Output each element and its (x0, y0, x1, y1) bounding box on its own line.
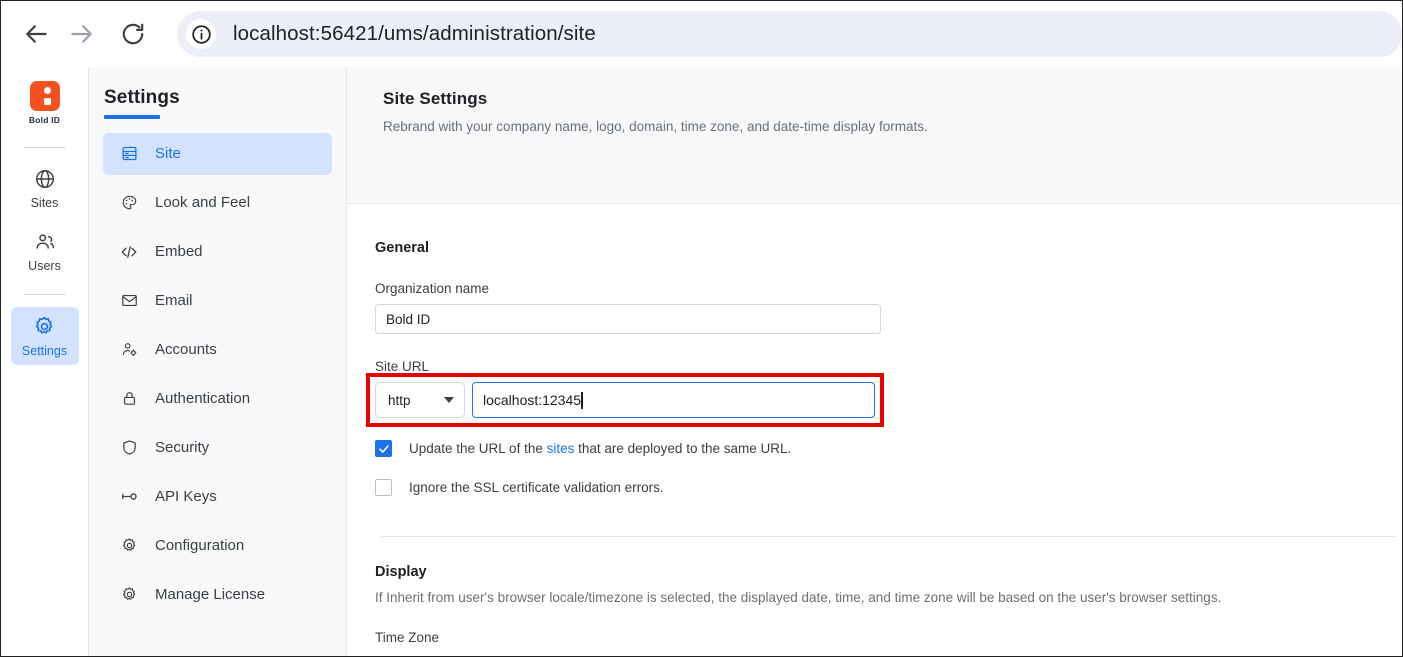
site-url-label: Site URL (375, 359, 430, 374)
sidebar-label-api-keys: API Keys (155, 488, 217, 505)
update-url-checkbox[interactable] (375, 440, 392, 457)
site-url-input-value: localhost:12345 (483, 392, 582, 408)
forward-button[interactable] (59, 12, 103, 56)
organization-name-input[interactable] (375, 304, 881, 334)
lock-icon (119, 389, 139, 409)
site-url-input[interactable]: localhost:12345 (472, 382, 875, 418)
time-zone-label: Time Zone (375, 630, 440, 645)
general-section: General Organization name Site URL http … (347, 204, 1402, 645)
address-bar-text: localhost:56421/ums/administration/site (233, 22, 596, 45)
chevron-down-icon (444, 397, 454, 403)
reload-icon (122, 23, 144, 45)
page-header: Site Settings Rebrand with your company … (347, 67, 1402, 204)
sidebar-item-accounts[interactable]: Accounts (103, 329, 332, 371)
update-url-text-after: that are deployed to the same URL. (574, 441, 792, 456)
sidebar-item-manage-license[interactable]: Manage License (103, 574, 332, 616)
site-url-row-wrapper: http localhost:12345 (366, 373, 893, 427)
mail-icon (119, 291, 139, 311)
users-icon (35, 234, 54, 249)
sidebar-item-site[interactable]: Site (103, 132, 332, 175)
brand-logo: Bold ID (1, 81, 88, 125)
scheme-selected-value: http (388, 392, 411, 408)
sidebar-label-accounts: Accounts (155, 341, 217, 358)
site-info-button[interactable] (186, 19, 216, 49)
sidebar-label-embed: Embed (155, 243, 203, 260)
info-circle-icon (191, 24, 211, 44)
settings-title-underline (104, 115, 160, 119)
organization-name-label: Organization name (375, 281, 490, 296)
arrow-right-icon (71, 25, 92, 43)
sidebar-label-security: Security (155, 439, 210, 456)
update-url-text-before: Update the URL of the (409, 441, 547, 456)
reload-button[interactable] (111, 12, 155, 56)
main-content: Site Settings Rebrand with your company … (347, 67, 1402, 656)
code-icon (119, 242, 139, 262)
sidebar-label-configuration: Configuration (155, 537, 245, 554)
ignore-ssl-checkbox[interactable] (375, 479, 392, 496)
scheme-dropdown[interactable]: http (375, 382, 465, 418)
sidebar-item-look-and-feel[interactable]: Look and Feel (103, 182, 332, 224)
primary-icon-rail: Bold ID Sites Users Settings (1, 67, 89, 656)
rail-item-settings[interactable]: Settings (10, 307, 79, 365)
site-icon (119, 144, 139, 164)
back-button[interactable] (15, 12, 59, 56)
sidebar-item-authentication[interactable]: Authentication (103, 378, 332, 420)
rail-label-settings: Settings (21, 344, 68, 358)
rail-label-users: Users (28, 259, 61, 273)
gear-icon (119, 585, 139, 605)
account-cog-icon (119, 340, 139, 360)
ignore-ssl-checkbox-label: Ignore the SSL certificate validation er… (409, 480, 664, 495)
sidebar-item-api-keys[interactable]: API Keys (103, 476, 332, 518)
checkmark-icon (378, 444, 389, 453)
general-heading: General (375, 240, 429, 256)
brand-label: Bold ID (28, 115, 61, 125)
rail-label-sites: Sites (30, 196, 59, 210)
sidebar-label-email: Email (155, 292, 193, 309)
display-section: Display If Inherit from user's browser l… (375, 537, 1402, 645)
globe-icon (35, 170, 54, 188)
rail-item-sites[interactable]: Sites (11, 160, 79, 217)
text-cursor (581, 391, 583, 409)
settings-nav-title: Settings (104, 87, 180, 108)
browser-window: localhost:56421/ums/administration/site … (0, 0, 1403, 657)
application-shell: Bold ID Sites Users Settings Settings Si… (1, 67, 1402, 656)
rail-item-users[interactable]: Users (11, 223, 79, 280)
address-bar[interactable]: localhost:56421/ums/administration/site (177, 11, 1402, 57)
bold-id-logo-icon (29, 81, 60, 111)
sidebar-item-email[interactable]: Email (103, 280, 332, 322)
sidebar-item-configuration[interactable]: Configuration (103, 525, 332, 567)
gear-icon (35, 316, 53, 334)
settings-nav-list: Site Look and Feel Embed Email Accounts … (89, 132, 346, 616)
sidebar-item-security[interactable]: Security (103, 427, 332, 469)
key-icon (119, 487, 139, 507)
display-description: If Inherit from user's browser locale/ti… (375, 590, 1222, 605)
settings-nav-panel: Settings Site Look and Feel Embed Email … (89, 67, 347, 656)
page-subtitle: Rebrand with your company name, logo, do… (383, 119, 928, 134)
sidebar-item-embed[interactable]: Embed (103, 231, 332, 273)
shield-icon (119, 438, 139, 458)
rail-divider-bottom (23, 294, 66, 295)
sites-link[interactable]: sites (547, 441, 575, 456)
palette-icon (119, 193, 139, 213)
sidebar-label-look-and-feel: Look and Feel (155, 194, 251, 211)
display-heading: Display (375, 564, 427, 580)
arrow-left-icon (26, 25, 47, 43)
site-url-row: http localhost:12345 (375, 382, 893, 418)
browser-toolbar: localhost:56421/ums/administration/site (1, 1, 1402, 67)
ignore-ssl-checkbox-row: Ignore the SSL certificate validation er… (375, 479, 1402, 496)
sidebar-label-manage-license: Manage License (155, 586, 266, 603)
update-url-checkbox-label: Update the URL of the sites that are dep… (409, 441, 791, 456)
page-title: Site Settings (383, 89, 488, 108)
sidebar-label-authentication: Authentication (155, 390, 251, 407)
sidebar-label-site: Site (155, 145, 181, 162)
rail-divider-top (23, 147, 66, 148)
gear-icon (119, 536, 139, 556)
update-url-checkbox-row: Update the URL of the sites that are dep… (375, 440, 1402, 457)
